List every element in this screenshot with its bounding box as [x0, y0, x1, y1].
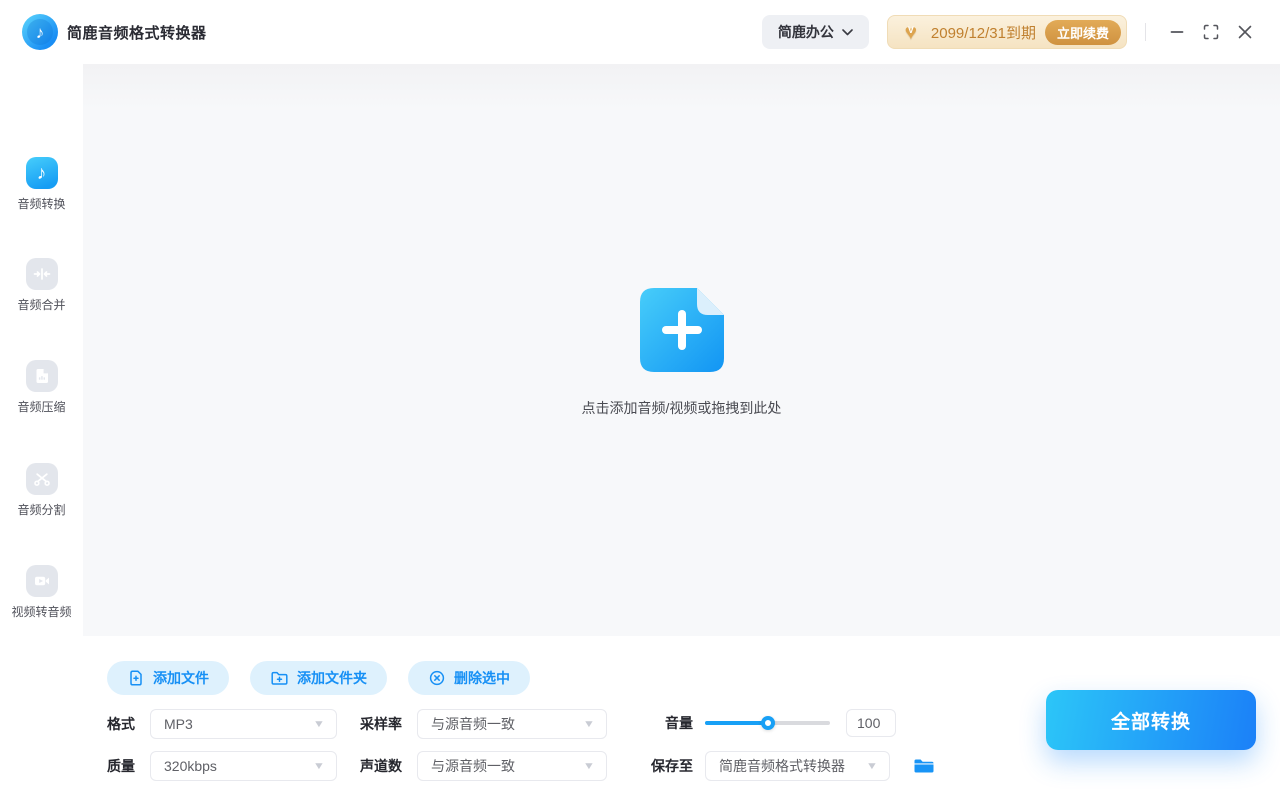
dropdown-caret-icon: ▼: [865, 760, 879, 772]
vip-heart-badge-icon: ♥ V: [904, 20, 918, 44]
titlebar: ♪ 简鹿音频格式转换器 简鹿办公 ♥ V 2099/12/31到期 立即续费: [0, 0, 1280, 64]
sample-rate-setting: 采样率 与源音频一致 ▼: [360, 709, 607, 739]
titlebar-right: 简鹿办公 ♥ V 2099/12/31到期 立即续费: [761, 15, 1262, 49]
file-drop-zone[interactable]: 点击添加音频/视频或拖拽到此处: [83, 64, 1280, 636]
renew-now-button[interactable]: 立即续费: [1044, 19, 1121, 45]
quality-select[interactable]: 320kbps ▼: [150, 751, 337, 781]
minimize-button[interactable]: [1160, 15, 1194, 49]
app-window: ♪ 简鹿音频格式转换器 简鹿办公 ♥ V 2099/12/31到期 立即续费 ♪…: [0, 0, 1280, 800]
folder-plus-icon: [271, 671, 288, 685]
video-camera-icon: [25, 565, 58, 597]
save-to-select[interactable]: 简鹿音频格式转换器 ▼: [705, 751, 890, 781]
volume-value-input[interactable]: [846, 709, 896, 737]
convert-all-button[interactable]: 全部转换: [1046, 690, 1256, 750]
volume-slider[interactable]: [705, 715, 830, 731]
sidebar-item-label: 音频合并: [17, 298, 66, 312]
close-button[interactable]: [1228, 15, 1262, 49]
music-note-icon: ♪: [25, 157, 58, 189]
quality-setting: 质量 320kbps ▼: [107, 751, 337, 781]
channels-setting: 声道数 与源音频一致 ▼: [360, 751, 607, 781]
sidebar-item-audio-compress[interactable]: 音频压缩: [0, 360, 83, 415]
maximize-button[interactable]: [1194, 15, 1228, 49]
sidebar-item-audio-convert[interactable]: ♪ 音频转换: [0, 157, 83, 212]
sidebar-item-video-to-audio[interactable]: 视频转音频: [0, 565, 83, 620]
compress-file-icon: [25, 360, 58, 392]
volume-label: 音量: [665, 715, 693, 731]
delete-selected-label: 删除选中: [454, 670, 510, 686]
dropdown-caret-icon: ▼: [312, 760, 326, 772]
format-setting: 格式 MP3 ▼: [107, 709, 337, 739]
scissors-icon: [25, 463, 58, 495]
volume-slider-fill: [705, 721, 768, 725]
minimize-icon: [1170, 31, 1184, 33]
add-file-label: 添加文件: [153, 670, 209, 686]
sidebar-item-label: 音频转换: [17, 197, 66, 211]
sample-rate-select[interactable]: 与源音频一致 ▼: [417, 709, 607, 739]
file-plus-icon: [130, 670, 142, 686]
add-file-icon: [639, 288, 724, 372]
add-folder-label: 添加文件夹: [297, 670, 367, 686]
folder-open-icon: [914, 759, 934, 773]
vip-expiry-text: 2099/12/31到期: [930, 24, 1036, 42]
channels-select[interactable]: 与源音频一致 ▼: [417, 751, 607, 781]
sidebar-item-label: 音频压缩: [17, 400, 66, 414]
sidebar-item-audio-split[interactable]: 音频分割: [0, 463, 83, 518]
save-to-label: 保存至: [651, 758, 693, 774]
chevron-down-icon: [842, 28, 853, 35]
brand: ♪ 简鹿音频格式转换器: [22, 14, 207, 50]
circle-x-icon: [429, 670, 445, 686]
channels-label: 声道数: [360, 758, 402, 774]
close-icon: [1238, 25, 1252, 39]
format-select[interactable]: MP3 ▼: [150, 709, 337, 739]
delete-selected-button[interactable]: 删除选中: [408, 661, 530, 695]
app-title: 简鹿音频格式转换器: [67, 24, 207, 42]
sidebar-item-label: 视频转音频: [11, 605, 72, 619]
sidebar-item-audio-merge[interactable]: 音频合并: [0, 258, 83, 313]
sidebar: ♪ 音频转换 音频合并 音频压缩 音频分割 视频转音频: [0, 64, 83, 800]
format-label: 格式: [107, 716, 135, 732]
file-toolbar: 添加文件 添加文件夹 删除选中: [107, 661, 530, 695]
sample-rate-label: 采样率: [360, 716, 402, 732]
merge-arrows-icon: [25, 258, 58, 290]
sidebar-item-label: 音频分割: [17, 503, 66, 517]
vip-status-pill: ♥ V 2099/12/31到期 立即续费: [886, 15, 1127, 49]
office-menu-button[interactable]: 简鹿办公: [761, 15, 869, 49]
save-to-setting: 保存至 简鹿音频格式转换器 ▼: [648, 751, 935, 781]
dropdown-caret-icon: ▼: [312, 718, 326, 730]
drop-zone-hint: 点击添加音频/视频或拖拽到此处: [581, 400, 782, 416]
volume-slider-thumb[interactable]: [760, 716, 775, 730]
app-logo-music-note-icon: ♪: [22, 14, 58, 50]
titlebar-divider: [1145, 23, 1146, 41]
footer-panel: 添加文件 添加文件夹 删除选中 格式 MP3 ▼ 采样率 与源音频一致 ▼ 音量…: [83, 636, 1280, 800]
add-folder-button[interactable]: 添加文件夹: [250, 661, 387, 695]
main-panel: 点击添加音频/视频或拖拽到此处: [83, 64, 1280, 636]
add-file-button[interactable]: 添加文件: [107, 661, 229, 695]
dropdown-caret-icon: ▼: [582, 760, 596, 772]
office-menu-label: 简鹿办公: [777, 24, 834, 40]
browse-output-folder-button[interactable]: [913, 757, 935, 775]
volume-setting: 音量: [648, 709, 896, 737]
quality-label: 质量: [107, 758, 135, 774]
maximize-icon: [1203, 24, 1219, 40]
dropdown-caret-icon: ▼: [582, 718, 596, 730]
